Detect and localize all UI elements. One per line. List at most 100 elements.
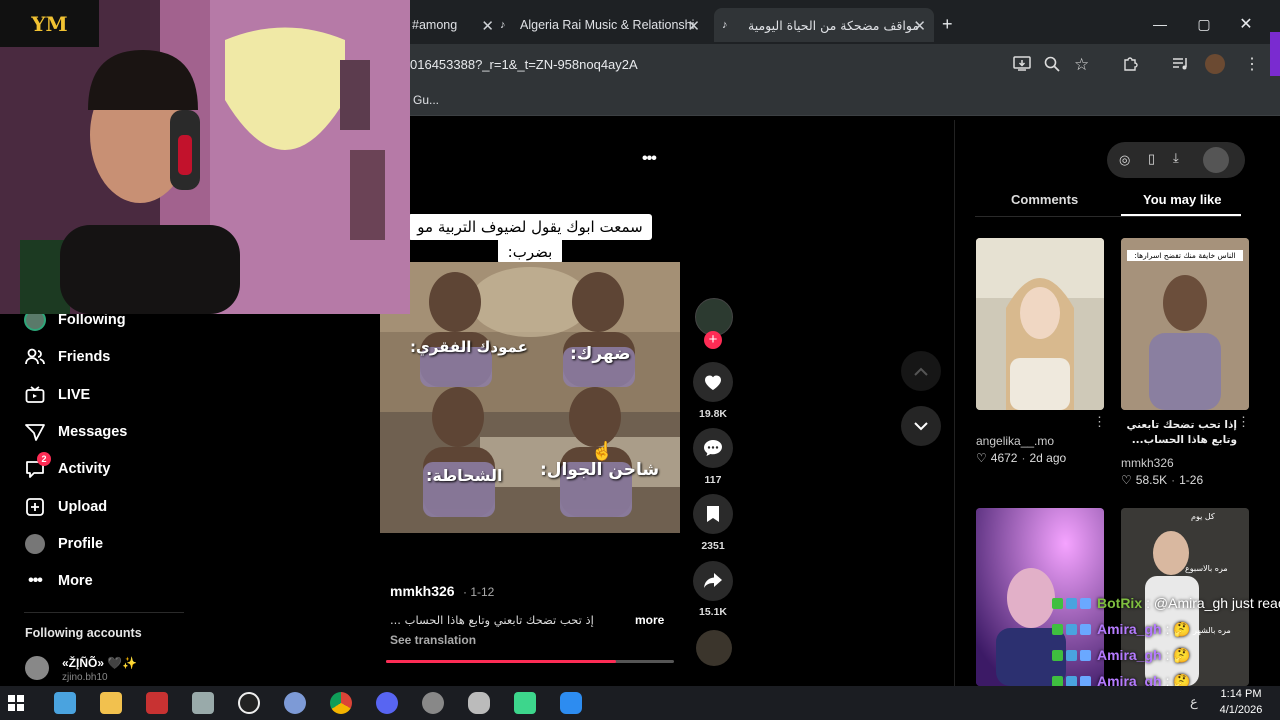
chat-username: BotRix	[1097, 595, 1143, 611]
video-thumbnail[interactable]: الناس خايفة منك تفضح اسرارها:	[1121, 238, 1249, 410]
bookmark-item[interactable]: Gu...	[413, 93, 439, 107]
obs-icon[interactable]	[238, 692, 260, 714]
tab-among[interactable]: #among ✕	[412, 8, 500, 42]
url-field[interactable]: 016453388?_r=1&_t=ZN-958noq4ay2A	[410, 57, 638, 72]
user-avatar[interactable]	[1203, 147, 1229, 173]
chat-line: BotRix: @Amira_gh just reac	[1052, 592, 1280, 614]
sidebar-item-label: Following	[58, 312, 126, 328]
media-controls-icon[interactable]	[1172, 56, 1190, 72]
store-icon[interactable]	[54, 692, 76, 714]
app-icon[interactable]	[192, 692, 214, 714]
chat-badge-icon	[1066, 623, 1077, 635]
comment-button[interactable]	[693, 428, 733, 468]
video-thumbnail[interactable]	[976, 238, 1104, 410]
chevron-down-icon	[914, 421, 928, 430]
app-icon[interactable]	[468, 692, 490, 714]
tab-algeria-rai[interactable]: ♪ Algeria Rai Music & Relationshi ✕	[494, 8, 708, 42]
video-frame[interactable]: عمودك الفقري: ضهرك: الشحاطة: شاحن الجوال…	[380, 262, 680, 533]
video-more-options-icon[interactable]: •••	[642, 150, 657, 168]
thumbnail-overlay-text: كل يوم	[1191, 512, 1215, 521]
chat-message: : @Amira_gh just reac	[1146, 595, 1280, 611]
app-icon[interactable]	[560, 692, 582, 714]
taskbar-time[interactable]: 1:14 PM	[1216, 688, 1266, 700]
tiktok-icon: ♪	[722, 19, 728, 31]
extensions-icon[interactable]	[1122, 56, 1138, 72]
app-icon[interactable]	[284, 692, 306, 714]
save-button[interactable]	[693, 494, 733, 534]
sidebar-item-more[interactable]: ••• More	[24, 567, 93, 595]
follow-plus-icon[interactable]: +	[704, 331, 722, 349]
language-indicator[interactable]: ع	[1190, 694, 1198, 710]
window-close-icon[interactable]: ✕	[1226, 12, 1266, 36]
discord-icon[interactable]	[376, 692, 398, 714]
tab-active-video[interactable]: ♪ مواقف مضحكة من الحياة اليومية ✕	[714, 8, 934, 42]
sidebar-item-live[interactable]: LIVE	[24, 381, 90, 409]
card-likes: 58.5K	[1135, 473, 1168, 487]
active-tab-indicator	[1121, 214, 1241, 216]
compass-icon[interactable]: ◎	[1119, 152, 1130, 168]
card-title[interactable]: إذا تحب تضحك تابعني وتابع هاذا الحساب...	[1121, 418, 1237, 448]
sidebar-item-friends[interactable]: Friends	[24, 343, 110, 371]
panel-divider	[954, 120, 955, 686]
thumbnail-image	[976, 238, 1104, 410]
share-button[interactable]	[693, 561, 733, 601]
install-app-icon[interactable]	[1013, 56, 1031, 72]
sidebar-item-activity[interactable]: 2 Activity	[24, 452, 110, 483]
webcam-feed-image	[0, 0, 410, 314]
maximize-icon[interactable]: ▢	[1184, 12, 1224, 36]
previous-video-button[interactable]	[901, 351, 941, 391]
tab-comments[interactable]: Comments	[1011, 192, 1078, 207]
menu-kebab-icon[interactable]: ⋮	[1244, 54, 1260, 74]
card-options-icon[interactable]: ⋮	[1093, 414, 1106, 430]
card-options-icon[interactable]: ⋮	[1237, 414, 1250, 430]
card-username[interactable]: angelika__.mo	[976, 434, 1054, 448]
activity-icon: 2	[24, 452, 51, 480]
following-account-name[interactable]: «ŽĮÑÕ» 🖤✨	[62, 656, 137, 670]
meme-label: عمودك الفقري:	[410, 338, 528, 356]
see-translation-link[interactable]: See translation	[390, 633, 476, 647]
thumbnail-image	[1121, 238, 1249, 410]
tab-label: #among	[412, 18, 458, 32]
new-tab-button[interactable]: +	[942, 14, 953, 35]
card-stats: ♡ 58.5K · 1-26	[1121, 473, 1204, 487]
sidebar-item-profile[interactable]: Profile	[24, 530, 103, 558]
like-count: 19.8K	[698, 408, 728, 420]
comment-icon	[704, 440, 722, 456]
card-date: 1-26	[1179, 473, 1204, 487]
chat-badge-icon	[1080, 649, 1091, 661]
download-icon[interactable]: ⤓	[1173, 150, 1179, 166]
sidebar-item-messages[interactable]: Messages	[24, 418, 127, 446]
minimize-icon[interactable]: —	[1140, 12, 1180, 36]
sidebar-item-upload[interactable]: Upload	[24, 493, 107, 521]
windows-start-icon[interactable]	[8, 695, 24, 711]
file-explorer-icon[interactable]	[100, 692, 122, 714]
app-icon[interactable]	[422, 692, 444, 714]
like-button[interactable]	[693, 362, 733, 402]
sound-disc-avatar[interactable]	[696, 630, 732, 666]
windows-taskbar: ع 1:14 PM 4/1/2026	[0, 686, 1280, 720]
chrome-icon[interactable]	[330, 692, 352, 714]
more-dots-icon: •••	[28, 572, 43, 589]
profile-avatar-icon[interactable]	[1205, 54, 1225, 74]
app-icon[interactable]	[514, 692, 536, 714]
avatar[interactable]	[25, 656, 49, 680]
card-username[interactable]: mmkh326	[1121, 456, 1174, 470]
phone-icon[interactable]: ▯	[1148, 151, 1155, 167]
close-icon[interactable]: ✕	[481, 17, 494, 35]
taskbar-date[interactable]: 4/1/2026	[1216, 704, 1266, 716]
more-button[interactable]: more	[635, 613, 664, 627]
zoom-icon[interactable]	[1044, 56, 1060, 72]
voicemeeter-icon[interactable]	[146, 692, 168, 714]
meme-label: الشحاطة:	[426, 466, 503, 485]
bookmark-star-icon[interactable]: ☆	[1074, 55, 1089, 75]
close-icon[interactable]: ✕	[913, 17, 926, 35]
chat-username: Amira_gh	[1097, 621, 1162, 637]
video-author[interactable]: mmkh326	[390, 583, 455, 599]
close-icon[interactable]: ✕	[687, 17, 700, 35]
messages-icon	[24, 421, 46, 443]
share-count: 15.1K	[698, 606, 728, 618]
video-progress-bar[interactable]	[386, 660, 674, 663]
tab-you-may-like[interactable]: You may like	[1143, 192, 1222, 207]
next-video-button[interactable]	[901, 406, 941, 446]
sidebar-item-label: Profile	[58, 536, 104, 552]
